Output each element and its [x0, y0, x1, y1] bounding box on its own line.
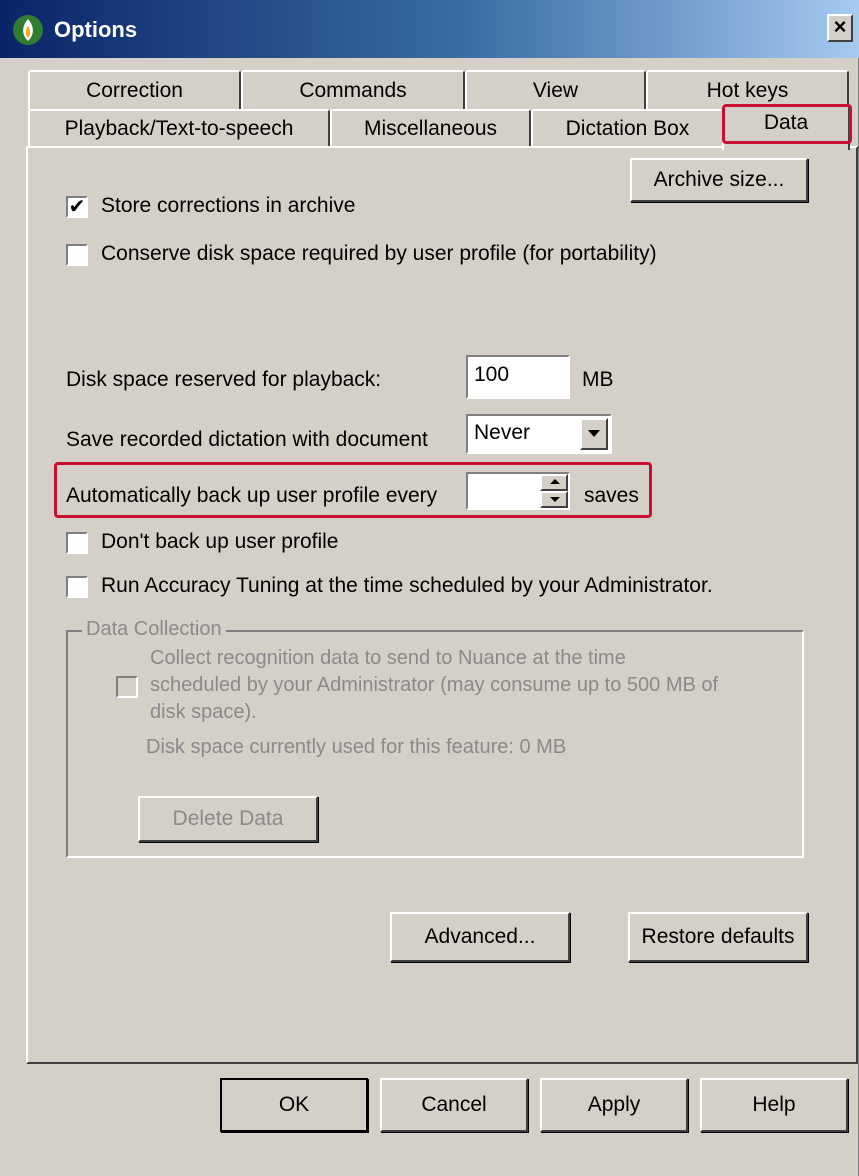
collect-data-label-line1: Collect recognition data to send to Nuan…	[150, 647, 626, 669]
run-accuracy-label[interactable]: Run Accuracy Tuning at the time schedule…	[101, 574, 713, 598]
disk-space-input[interactable]: 100	[466, 355, 570, 399]
archive-size-button[interactable]: Archive size...	[630, 158, 808, 202]
disk-space-unit: MB	[582, 368, 614, 391]
collect-data-checkbox[interactable]	[116, 676, 138, 698]
restore-defaults-button[interactable]: Restore defaults	[628, 912, 808, 962]
data-collection-legend: Data Collection	[82, 618, 226, 641]
collect-data-label-line2: scheduled by your Administrator (may con…	[150, 674, 719, 696]
tab-miscellaneous[interactable]: Miscellaneous	[330, 109, 531, 147]
delete-data-button[interactable]: Delete Data	[138, 796, 318, 842]
advanced-button[interactable]: Advanced...	[390, 912, 570, 962]
collect-data-label-line3: disk space).	[150, 701, 257, 723]
tab-commands[interactable]: Commands	[241, 70, 465, 110]
tab-view[interactable]: View	[465, 70, 646, 110]
save-recorded-label: Save recorded dictation with document	[66, 428, 428, 451]
save-recorded-value: Never	[474, 421, 531, 444]
disk-space-label: Disk space reserved for playback:	[66, 368, 382, 391]
cancel-button[interactable]: Cancel	[380, 1078, 528, 1132]
tab-correction[interactable]: Correction	[28, 70, 241, 110]
apply-button[interactable]: Apply	[540, 1078, 688, 1132]
auto-backup-highlight	[54, 462, 652, 518]
help-button[interactable]: Help	[700, 1078, 848, 1132]
tab-playback-text-to-speech[interactable]: Playback/Text-to-speech	[28, 109, 330, 147]
save-recorded-select[interactable]: Never	[466, 414, 612, 454]
store-corrections-label[interactable]: Store corrections in archive	[101, 194, 355, 218]
data-tab-highlight	[722, 104, 852, 144]
title-bar[interactable]: Options ×	[0, 0, 859, 58]
conserve-disk-checkbox[interactable]	[66, 244, 88, 266]
tab-dictation-box[interactable]: Dictation Box	[531, 109, 724, 147]
app-flame-icon	[13, 15, 43, 45]
disk-used-text: Disk space currently used for this featu…	[146, 736, 567, 758]
ok-button[interactable]: OK	[220, 1078, 368, 1132]
dont-backup-checkbox[interactable]	[66, 532, 88, 554]
close-button[interactable]: ×	[827, 14, 853, 42]
window-title: Options	[54, 17, 138, 42]
store-corrections-checkbox[interactable]: ✔	[66, 196, 88, 218]
run-accuracy-checkbox[interactable]	[66, 576, 88, 598]
conserve-disk-label[interactable]: Conserve disk space required by user pro…	[101, 242, 657, 266]
options-dialog: Options × Correction Commands View Hot k…	[0, 0, 859, 1176]
dont-backup-label[interactable]: Don't back up user profile	[101, 530, 338, 554]
chevron-down-icon[interactable]	[580, 418, 608, 450]
